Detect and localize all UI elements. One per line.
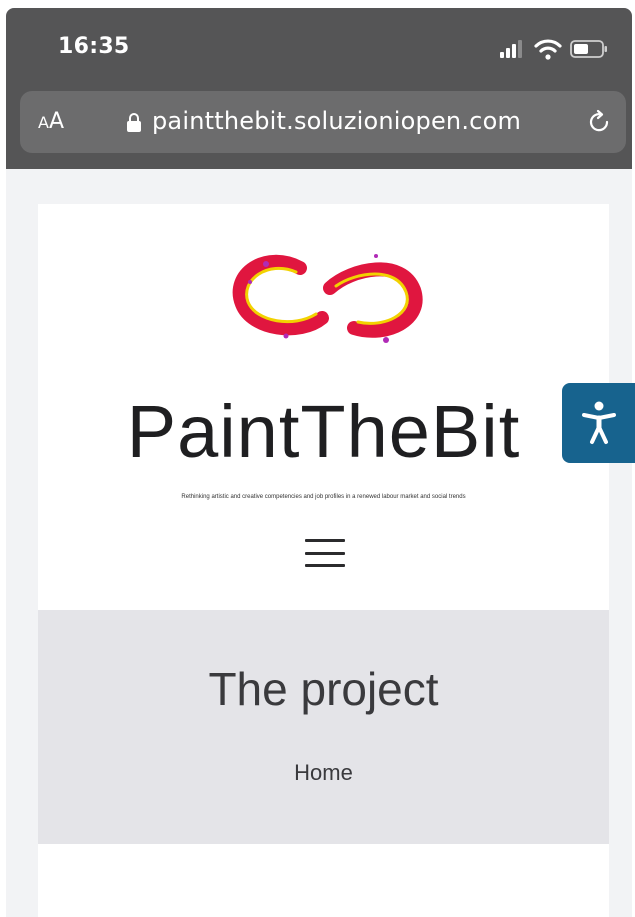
text-size-large-label: A [48,109,65,134]
site-logo[interactable] [226,252,426,352]
menu-line [305,551,345,555]
status-time: 16:35 [58,34,130,59]
site-title[interactable]: PaintTheBit [38,392,609,472]
battery-icon [570,40,607,58]
menu-line [305,564,345,567]
menu-line [305,539,345,542]
site-card: PaintTheBit Rethinking artistic and crea… [38,204,609,917]
hamburger-menu-icon[interactable] [305,537,345,569]
address-bar[interactable]: AA paintthebit.soluzioniopen.com [20,91,626,153]
text-size-button[interactable]: AA [38,109,64,134]
reload-icon[interactable] [586,109,612,135]
page-header: The project Home [38,610,609,844]
url-text[interactable]: paintthebit.soluzioniopen.com [152,107,521,135]
phone-screen: 16:35 AA paintthebit.soluzioniopen.com P… [6,8,632,917]
page-title: The project [208,663,439,715]
lock-icon [127,113,141,132]
signal-icon [500,40,522,58]
wifi-icon [534,39,562,60]
accessibility-button[interactable] [562,383,635,463]
accessibility-icon [582,401,616,444]
browser-chrome: 16:35 AA paintthebit.soluzioniopen.com [6,8,632,169]
site-tagline: Rethinking artistic and creative compete… [181,494,466,500]
text-size-small-label: A [38,113,49,132]
status-icons [500,38,610,60]
breadcrumb-home-link[interactable]: Home [38,760,609,786]
